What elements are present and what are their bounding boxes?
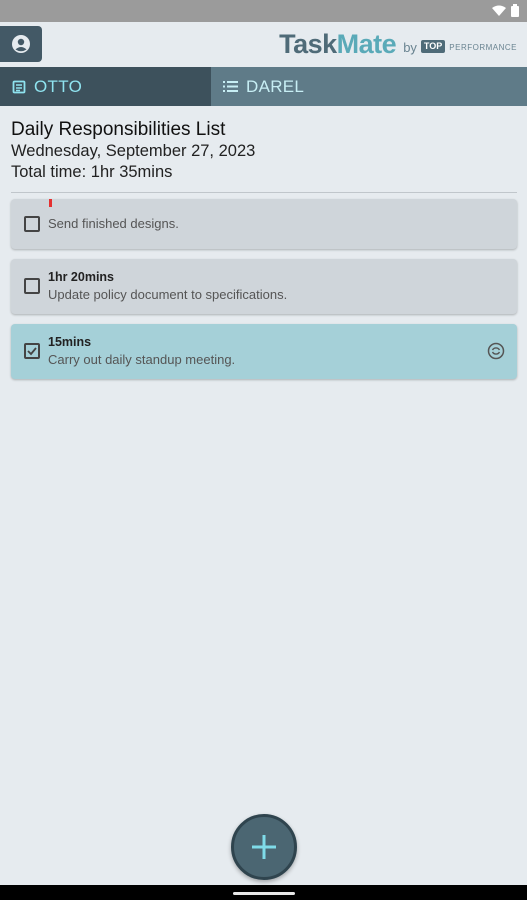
list-date: Wednesday, September 27, 2023	[11, 142, 256, 160]
logo-top: TOP	[420, 40, 446, 53]
list-header: Daily Responsibilities List Wednesday, S…	[11, 118, 255, 183]
plus-icon	[252, 835, 276, 859]
logo-by: by	[403, 40, 417, 55]
wifi-icon	[492, 5, 506, 16]
task-checkbox[interactable]	[24, 216, 40, 232]
tab-label: OTTO	[34, 76, 83, 96]
total-time: Total time: 1hr 35mins	[11, 163, 173, 181]
status-bar	[0, 0, 527, 22]
page-title: Daily Responsibilities List	[11, 119, 226, 140]
list-icon	[223, 81, 238, 92]
divider	[11, 192, 517, 193]
tab-darel[interactable]: DAREL	[211, 67, 527, 106]
account-icon	[12, 35, 30, 53]
user-tabs: OTTO DAREL	[0, 67, 527, 106]
app-logo: TaskMate by TOP PERFORMANCE	[279, 26, 517, 62]
task-checkbox[interactable]	[24, 343, 40, 359]
tab-label: DAREL	[246, 76, 305, 96]
logo-performance: PERFORMANCE	[449, 43, 517, 52]
marker	[49, 199, 52, 207]
task-checkbox[interactable]	[24, 278, 40, 294]
task-time: 15mins	[48, 335, 92, 349]
task-description: Send finished designs.	[48, 216, 179, 231]
task-description: Carry out daily standup meeting.	[48, 352, 236, 367]
add-task-button[interactable]	[231, 814, 297, 880]
task-item[interactable]: Send finished designs.	[11, 199, 517, 249]
task-description: Update policy document to specifications…	[48, 287, 288, 302]
navigation-bar	[0, 885, 527, 900]
account-button[interactable]	[0, 26, 42, 62]
timer-icon[interactable]	[487, 342, 505, 360]
task-item[interactable]: 1hr 20mins Update policy document to spe…	[11, 259, 517, 314]
home-handle[interactable]	[233, 892, 295, 895]
status-icons	[492, 4, 519, 17]
task-item[interactable]: 15mins Carry out daily standup meeting.	[11, 324, 517, 379]
note-icon	[12, 80, 26, 93]
tab-otto[interactable]: OTTO	[0, 67, 211, 106]
app-bar: TaskMate by TOP PERFORMANCE	[0, 22, 527, 67]
task-time: 1hr 20mins	[48, 270, 115, 284]
battery-icon	[511, 4, 519, 17]
logo-wordmark: TaskMate	[279, 29, 397, 59]
check-icon	[27, 347, 37, 356]
task-list: Send finished designs. 1hr 20mins Update…	[11, 199, 517, 389]
